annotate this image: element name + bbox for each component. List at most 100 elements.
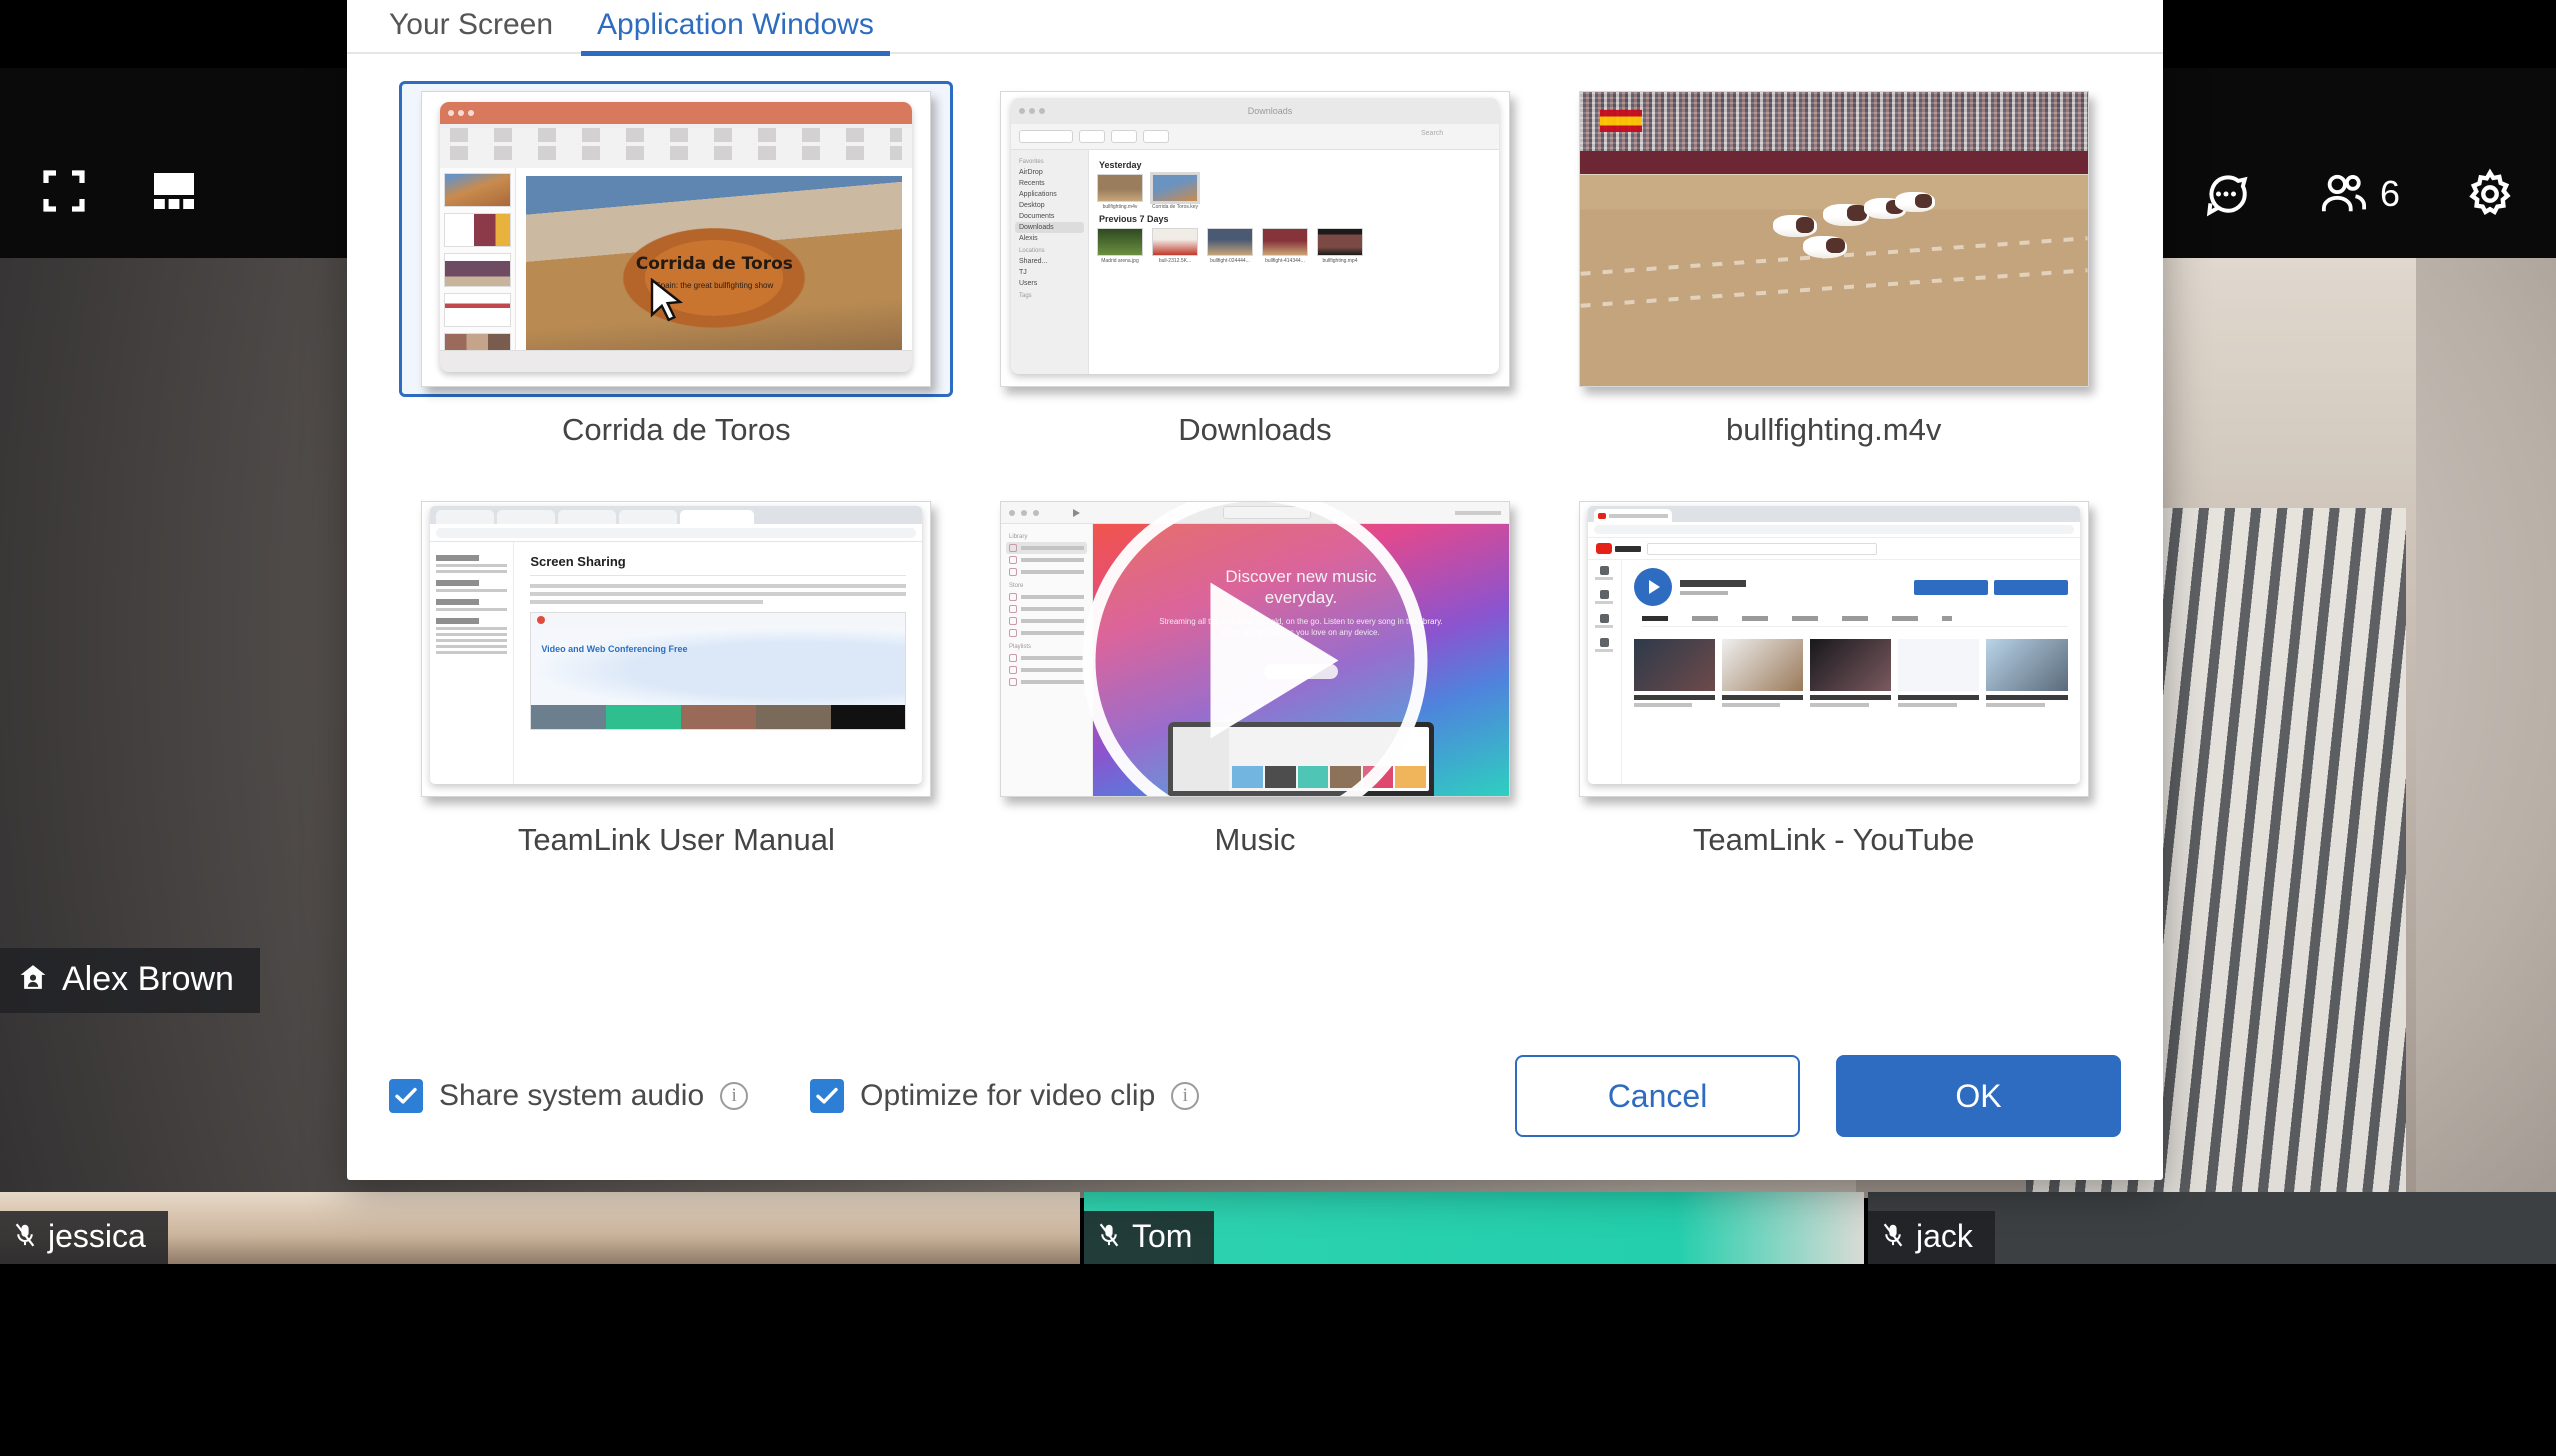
- thumbnail-frame[interactable]: [1560, 84, 2108, 394]
- arena-markings: [1580, 268, 2088, 308]
- browser-tabstrip: [430, 506, 923, 524]
- participant-name-badge: jessica: [0, 1211, 168, 1264]
- sidebar-item: Desktop: [1018, 202, 1045, 209]
- window-option-teamlink-youtube[interactable]: TeamLink - YouTube: [1544, 482, 2123, 892]
- cancel-button[interactable]: Cancel: [1515, 1055, 1800, 1137]
- window-label: Corrida de Toros: [562, 412, 791, 447]
- gallery-view-icon[interactable]: [146, 163, 202, 219]
- music-toolbar: [1000, 502, 1509, 524]
- window-label: TeamLink - YouTube: [1692, 822, 1975, 857]
- window-option-music[interactable]: Library Store Playlists Discover new mus…: [966, 482, 1545, 892]
- thumbnail-preview-youtube: [1578, 501, 2089, 797]
- video-card: [1810, 639, 1892, 707]
- info-icon[interactable]: i: [1171, 1082, 1200, 1110]
- file-item: bullfighting.mp4: [1316, 228, 1363, 264]
- thumbnail-preview-finder: Downloads Search Favorites AirDrop Recen…: [999, 91, 1510, 387]
- channel-avatar: [1633, 568, 1672, 606]
- participant-name: jessica: [48, 1218, 146, 1254]
- finder-titlebar: Downloads: [1010, 98, 1499, 124]
- video-card: [1986, 639, 2068, 707]
- participant-name-badge: jack: [1868, 1211, 1995, 1264]
- window-label: TeamLink User Manual: [517, 822, 835, 857]
- option-share-system-audio[interactable]: Share system audio i: [389, 1079, 749, 1113]
- option-label: Share system audio: [439, 1079, 705, 1112]
- host-home-icon: [18, 960, 48, 999]
- thumbnail-frame[interactable]: Downloads Search Favorites AirDrop Recen…: [981, 84, 1529, 394]
- mic-muted-icon: [1882, 1218, 1904, 1255]
- thumbnail-frame[interactable]: Library Store Playlists Discover new mus…: [981, 494, 1529, 804]
- docs-screenshot: Video and Web Conferencing Free: [530, 612, 907, 730]
- keynote-slide-canvas: Corrida de Toros Spain: the great bullfi…: [526, 176, 903, 358]
- music-hero: Discover new music everyday. Streaming a…: [1092, 524, 1509, 796]
- channel-action-button: [1913, 579, 1988, 595]
- sidebar-item: Alexis: [1018, 235, 1038, 242]
- file-name: bullfight-414344...: [1265, 258, 1305, 264]
- fullscreen-icon[interactable]: [36, 163, 92, 219]
- thumbnail-preview-video: [1578, 91, 2089, 387]
- browser-addressbar: [1587, 522, 2080, 538]
- keynote-toolbar: [440, 128, 913, 172]
- docs-page-title: Screen Sharing: [530, 554, 626, 569]
- share-options: Share system audio i Optimize for video …: [389, 1079, 1200, 1113]
- filmstrip-tile-tom[interactable]: Tom: [1084, 1192, 1864, 1264]
- window-option-teamlink-user-manual[interactable]: Screen Sharing Video and Web Conferencin…: [387, 482, 966, 892]
- ok-button[interactable]: OK: [1836, 1055, 2121, 1137]
- window-option-corrida-de-toros[interactable]: Corrida de Toros Spain: the great bullfi…: [387, 72, 966, 482]
- youtube-channel-header: [1633, 568, 2068, 606]
- screen-share-dialog: Your Screen Application Windows Corrida …: [347, 0, 2163, 1180]
- file-name: bullfighting.m4v: [1102, 204, 1138, 210]
- gear-icon[interactable]: [2462, 166, 2518, 222]
- bull: [1772, 215, 1817, 238]
- slide-subtitle: Spain: the great bullfighting show: [655, 281, 774, 290]
- file-name: bullfight-024444...: [1210, 258, 1250, 264]
- docs-sidebar: [430, 542, 515, 784]
- youtube-video-grid: [1633, 639, 2068, 707]
- filmstrip-tile-jack[interactable]: jack: [1868, 1192, 2556, 1264]
- sidebar-section-favorites: Favorites: [1018, 159, 1044, 165]
- dialog-tab-bar: Your Screen Application Windows: [347, 0, 2163, 56]
- file-item-selected: Corrida de Toros.key: [1149, 172, 1200, 210]
- participant-filmstrip: jessica Tom jack: [0, 1192, 2556, 1264]
- window-option-downloads[interactable]: Downloads Search Favorites AirDrop Recen…: [966, 72, 1545, 482]
- tab-your-screen[interactable]: Your Screen: [367, 0, 575, 56]
- info-icon[interactable]: i: [720, 1082, 749, 1110]
- participant-name: Tom: [1132, 1218, 1193, 1254]
- browser-addressbar: [430, 524, 923, 542]
- sidebar-item: Applications: [1018, 191, 1057, 198]
- tab-application-windows[interactable]: Application Windows: [575, 0, 896, 56]
- browser-tabstrip: [1587, 506, 2080, 522]
- window-option-bullfighting[interactable]: bullfighting.m4v: [1544, 72, 2123, 482]
- file-group-title: Yesterday: [1098, 160, 1142, 170]
- subscribe-button: [1993, 579, 2068, 595]
- dialog-actions: Cancel OK: [1515, 1055, 2121, 1137]
- mouse-cursor-icon: [650, 277, 684, 329]
- youtube-search-field: [1646, 542, 1877, 555]
- bull: [1803, 236, 1848, 259]
- window-label: bullfighting.m4v: [1725, 412, 1942, 447]
- slide-title: Corrida de Toros: [635, 254, 793, 274]
- checkbox-optimize-for-video-clip[interactable]: [810, 1079, 845, 1113]
- option-optimize-for-video-clip[interactable]: Optimize for video clip i: [810, 1079, 1200, 1113]
- file-name: Madrid arena.jpg: [1101, 258, 1139, 264]
- finder-sidebar: Favorites AirDrop Recents Applications D…: [1010, 150, 1089, 374]
- checkbox-share-system-audio[interactable]: [389, 1079, 423, 1113]
- file-item: Madrid arena.jpg: [1096, 228, 1143, 264]
- thumbnail-frame-selected[interactable]: Corrida de Toros Spain: the great bullfi…: [399, 81, 954, 397]
- window-label: Downloads: [1178, 412, 1332, 447]
- participants-button[interactable]: 6: [2316, 166, 2400, 222]
- mic-muted-icon: [1098, 1218, 1120, 1255]
- keynote-titlebar: [440, 102, 913, 124]
- thumbnail-frame[interactable]: Screen Sharing Video and Web Conferencin…: [402, 494, 950, 804]
- window-thumbnail-grid: Corrida de Toros Spain: the great bullfi…: [347, 58, 2163, 892]
- filmstrip-tile-jessica[interactable]: jessica: [0, 1192, 1080, 1264]
- spain-flag-icon: [1599, 109, 1642, 132]
- window-label: Music: [1214, 822, 1296, 857]
- file-name: bull-2312.5K...: [1158, 258, 1192, 264]
- finder-search-field: Search: [1420, 130, 1444, 137]
- music-body-text: Streaming all the hits, new and old, on …: [1159, 617, 1443, 637]
- chat-icon[interactable]: [2198, 166, 2254, 222]
- thumbnail-frame[interactable]: [1560, 494, 2108, 804]
- file-item: bullfighting.m4v: [1096, 174, 1143, 210]
- file-item: bullfight-414344...: [1261, 228, 1308, 264]
- finder-toolbar: Search: [1010, 124, 1499, 150]
